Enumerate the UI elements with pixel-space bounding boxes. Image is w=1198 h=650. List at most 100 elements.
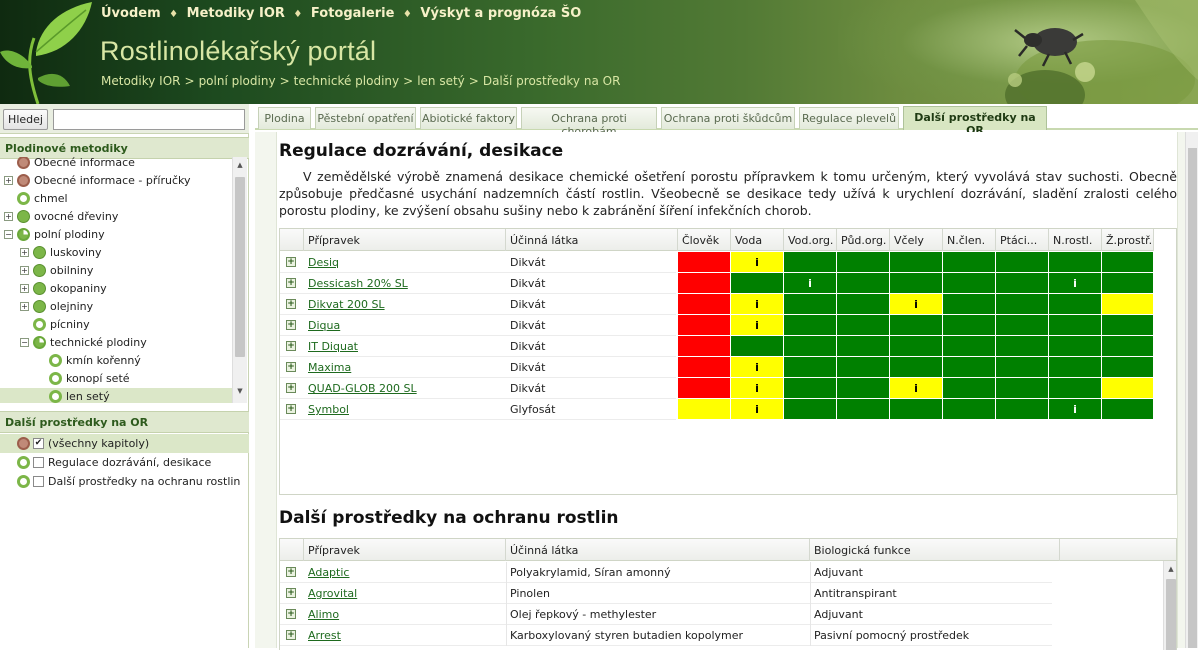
tree-item[interactable]: − technické plodiny (0, 334, 232, 352)
tree-item[interactable]: + okopaniny (0, 280, 232, 298)
scroll-up-arrow-icon[interactable]: ▲ (233, 161, 247, 173)
chapter-checkbox[interactable] (33, 457, 44, 468)
tab-dalsi-prostredky-na-or[interactable]: Další prostředky na OR (903, 106, 1047, 137)
scroll-up-arrow-icon[interactable]: ▲ (1164, 565, 1176, 577)
tree-item[interactable]: − polní plodiny (0, 226, 232, 244)
nav-fotogalerie[interactable]: Fotogalerie (311, 6, 394, 21)
header-voda[interactable]: Voda (731, 229, 784, 251)
tree-item[interactable]: pícniny (0, 316, 232, 334)
product-link[interactable]: Dikvat 200 SL (308, 298, 385, 311)
tab-abioticke-faktory[interactable]: Abiotické faktory (420, 107, 517, 129)
tab-ochrana-proti-skudcum[interactable]: Ochrana proti škůdcům (661, 107, 795, 129)
expand-row-icon[interactable]: + (286, 630, 296, 640)
info-mark[interactable]: i (914, 382, 918, 395)
tab-ochrana-proti-chorobam[interactable]: Ochrana proti chorobám (521, 107, 657, 138)
leaf-logo-icon[interactable] (0, 0, 100, 104)
expand-row-icon[interactable]: + (286, 278, 296, 288)
header-ptaci[interactable]: Ptáci... (996, 229, 1049, 251)
main-scrollbar[interactable] (1185, 132, 1198, 648)
header-ucinna-latka[interactable]: Účinná látka (506, 539, 810, 561)
info-mark[interactable]: i (755, 382, 759, 395)
info-mark[interactable]: i (914, 298, 918, 311)
product-link[interactable]: Symbol (308, 403, 349, 416)
header-biologicka-funkce[interactable]: Biologická funkce (810, 539, 1060, 561)
header-pripravek[interactable]: Přípravek (304, 539, 506, 561)
header-n-rostl[interactable]: N.rostl. (1049, 229, 1102, 251)
header-ucinna-latka[interactable]: Účinná látka (506, 229, 678, 251)
expand-row-icon[interactable]: + (286, 362, 296, 372)
table-scrollbar[interactable]: ▲ (1163, 561, 1176, 650)
tab-regulace-plevelu[interactable]: Regulace plevelů (799, 107, 899, 129)
chapter-checkbox[interactable] (33, 476, 44, 487)
main-scrollbar-thumb[interactable] (1188, 148, 1197, 648)
header-clovek[interactable]: Člověk (678, 229, 731, 251)
table-scrollbar-thumb[interactable] (1166, 579, 1176, 650)
product-link[interactable]: Diqua (308, 319, 340, 332)
search-input[interactable] (53, 109, 245, 130)
nav-vyskyt-a-prognoza[interactable]: Výskyt a prognóza ŠO (420, 6, 581, 21)
info-mark[interactable]: i (755, 256, 759, 269)
header-z-prostr[interactable]: Ž.prostř. (1102, 229, 1154, 251)
product-link[interactable]: Maxima (308, 361, 351, 374)
expand-row-icon[interactable]: + (286, 383, 296, 393)
chapter-item[interactable]: ✔ (všechny kapitoly) (0, 434, 249, 453)
product-link[interactable]: Adaptic (308, 566, 349, 579)
tree-item[interactable]: + Obecné informace - příručky (0, 172, 232, 190)
info-mark[interactable]: i (755, 403, 759, 416)
tree-item[interactable]: + olejniny (0, 298, 232, 316)
expand-row-icon[interactable]: + (286, 320, 296, 330)
header-pud-org[interactable]: Půd.org. (837, 229, 890, 251)
breadcrumb-item[interactable]: technické plodiny (294, 74, 400, 88)
expand-plus-icon[interactable]: + (4, 176, 13, 185)
breadcrumb-item[interactable]: polní plodiny (199, 74, 276, 88)
chapter-checkbox[interactable]: ✔ (33, 438, 44, 449)
tree-item[interactable]: + ovocné dřeviny (0, 208, 232, 226)
chapter-item[interactable]: Regulace dozrávání, desikace (0, 453, 249, 472)
info-mark[interactable]: i (755, 319, 759, 332)
info-mark[interactable]: i (755, 298, 759, 311)
product-link[interactable]: Agrovital (308, 587, 357, 600)
header-vcely[interactable]: Včely (890, 229, 943, 251)
product-link[interactable]: QUAD-GLOB 200 SL (308, 382, 417, 395)
tree-scrollbar-thumb[interactable] (235, 177, 245, 357)
tree-item[interactable]: chmel (0, 190, 232, 208)
collapse-minus-icon[interactable]: − (4, 230, 13, 239)
expand-plus-icon[interactable]: + (20, 284, 29, 293)
breadcrumb-item[interactable]: Metodiky IOR (101, 74, 181, 88)
expand-row-icon[interactable]: + (286, 299, 296, 309)
expand-row-icon[interactable]: + (286, 609, 296, 619)
tree-item[interactable]: + obilniny (0, 262, 232, 280)
tree-scrollbar[interactable]: ▲ ▼ (232, 157, 247, 403)
product-link[interactable]: IT Diquat (308, 340, 358, 353)
expand-row-icon[interactable]: + (286, 567, 296, 577)
expand-row-icon[interactable]: + (286, 341, 296, 351)
header-pripravek[interactable]: Přípravek (304, 229, 506, 251)
info-mark[interactable]: i (1073, 277, 1077, 290)
tree-item[interactable]: + luskoviny (0, 244, 232, 262)
search-button[interactable]: Hledej (3, 109, 48, 130)
chapter-item[interactable]: Další prostředky na ochranu rostlin (0, 472, 249, 491)
tree-item[interactable]: kmín kořenný (0, 352, 232, 370)
nav-uvodem[interactable]: Úvodem (101, 6, 161, 21)
tree-item[interactable]: konopí seté (0, 370, 232, 388)
info-mark[interactable]: i (1073, 403, 1077, 416)
expand-plus-icon[interactable]: + (20, 248, 29, 257)
expand-plus-icon[interactable]: + (20, 266, 29, 275)
product-link[interactable]: Desiq (308, 256, 339, 269)
expand-row-icon[interactable]: + (286, 257, 296, 267)
scroll-down-arrow-icon[interactable]: ▼ (233, 387, 247, 399)
expand-plus-icon[interactable]: + (4, 212, 13, 221)
collapse-minus-icon[interactable]: − (20, 338, 29, 347)
info-mark[interactable]: i (808, 277, 812, 290)
header-vod-org[interactable]: Vod.org. (784, 229, 837, 251)
nav-metodiky-ior[interactable]: Metodiky IOR (187, 6, 285, 21)
expand-row-icon[interactable]: + (286, 588, 296, 598)
tree-item[interactable]: Obecné informace (0, 157, 232, 172)
breadcrumb-item[interactable]: len setý (417, 74, 465, 88)
info-mark[interactable]: i (755, 361, 759, 374)
expand-row-icon[interactable]: + (286, 404, 296, 414)
product-link[interactable]: Alimo (308, 608, 339, 621)
product-link[interactable]: Arrest (308, 629, 341, 642)
expand-plus-icon[interactable]: + (20, 302, 29, 311)
tree-item[interactable]: len setý (0, 388, 232, 403)
